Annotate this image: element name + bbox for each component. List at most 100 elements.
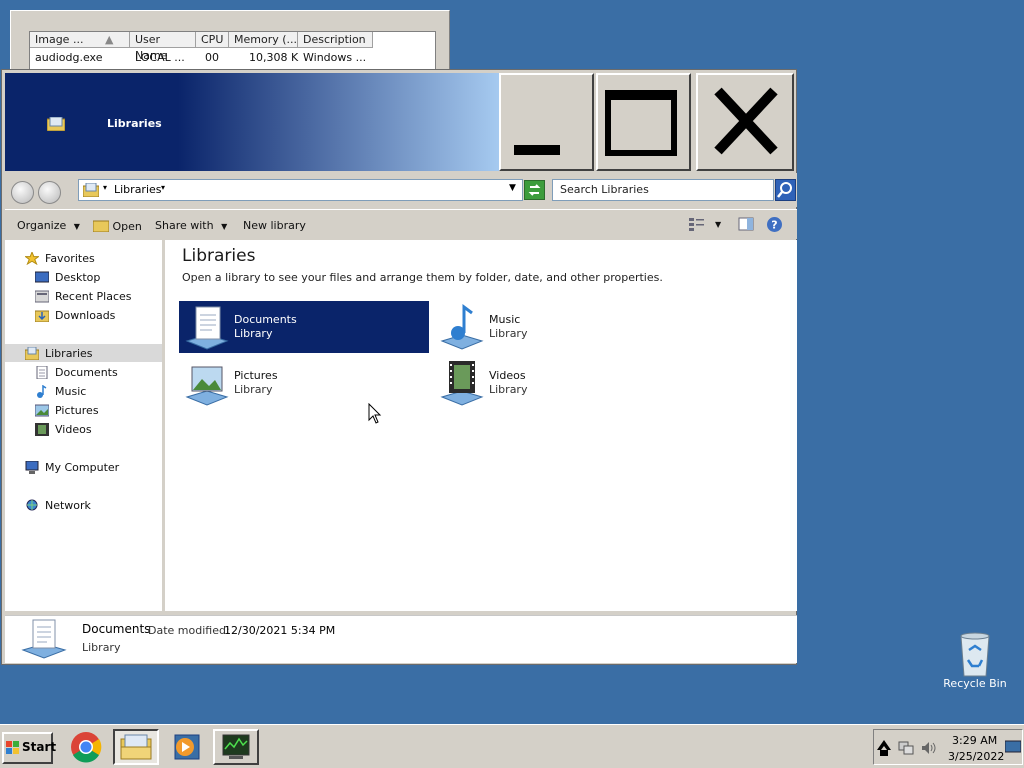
minimize-icon <box>514 145 560 155</box>
view-options-icon <box>689 218 704 231</box>
media-player-icon <box>174 734 200 760</box>
process-table: Image ... ▲ User Name CPU Memory (... De… <box>29 31 436 73</box>
videos-library-icon <box>440 361 484 406</box>
svg-text:?: ? <box>771 219 777 232</box>
explorer-folder-icon <box>120 734 152 760</box>
breadcrumb-libraries[interactable]: Libraries <box>114 183 162 196</box>
recycle-bin-label: Recycle Bin <box>943 677 1007 690</box>
taskbar-task-manager-button[interactable] <box>213 729 259 765</box>
show-hidden-icons-icon[interactable] <box>876 736 892 758</box>
change-view-button[interactable] <box>688 216 706 235</box>
page-description: Open a library to see your files and arr… <box>182 271 663 284</box>
libraries-content: Libraries Open a library to see your fil… <box>165 240 797 611</box>
close-icon <box>714 87 778 155</box>
mouse-cursor-icon <box>368 403 382 424</box>
breadcrumb-dropdown-icon[interactable]: ▾ <box>161 183 165 192</box>
details-item-type: Library <box>82 641 121 654</box>
start-button[interactable]: Start <box>2 732 56 764</box>
downloads-folder-icon <box>35 310 49 322</box>
navigation-pane: Favorites Desktop Recent Places Download… <box>5 240 162 611</box>
column-header-description[interactable]: Description <box>298 32 373 48</box>
star-icon <box>25 252 39 265</box>
taskbar-media-player-button[interactable] <box>163 729 209 765</box>
taskbar-explorer-button[interactable] <box>113 729 159 765</box>
preview-pane-icon <box>738 217 754 231</box>
music-library-icon <box>440 304 484 350</box>
address-bar[interactable]: ▾ Libraries ▾ ▼ <box>78 179 523 201</box>
music-icon <box>37 385 47 398</box>
chevron-down-icon: ▼ <box>73 222 80 231</box>
chrome-icon <box>71 732 102 763</box>
search-input[interactable]: Search Libraries <box>552 179 774 201</box>
organize-button[interactable]: Organize ▼ <box>17 219 80 232</box>
show-desktop-icon[interactable] <box>1005 740 1021 754</box>
refresh-button[interactable] <box>524 180 545 200</box>
window-title: Libraries <box>107 117 162 130</box>
maximize-icon <box>605 90 677 156</box>
documents-library-icon <box>21 619 67 659</box>
task-manager-icon <box>222 734 250 759</box>
volume-icon[interactable] <box>920 740 936 756</box>
details-date-label: Date modified: <box>148 624 230 637</box>
column-header-cpu[interactable]: CPU <box>196 32 229 48</box>
title-bar[interactable]: Libraries <box>5 73 499 171</box>
new-library-button[interactable]: New library <box>243 219 306 232</box>
help-icon: ? <box>767 217 782 232</box>
details-date-value: 12/30/2021 5:34 PM <box>224 624 336 637</box>
videos-icon <box>35 423 49 436</box>
address-history-dropdown-icon[interactable]: ▼ <box>509 183 516 193</box>
recent-places-icon <box>35 290 49 303</box>
library-tile-pictures[interactable]: Pictures Library <box>179 357 429 409</box>
network-tray-icon[interactable] <box>898 740 914 756</box>
documents-icon <box>36 366 48 379</box>
clock-date[interactable]: 3/25/2022 <box>948 750 1004 763</box>
share-with-button[interactable]: Share with ▼ <box>155 219 227 232</box>
search-button[interactable] <box>775 179 796 201</box>
desktop-icon <box>35 271 49 283</box>
cell-description: Windows ... <box>303 51 367 64</box>
cell-image[interactable]: audiodg.exe <box>30 51 102 65</box>
command-bar: Organize ▼ Open Share with ▼ New library… <box>5 209 797 239</box>
details-pane: Documents Date modified: 12/30/2021 5:34… <box>5 615 797 663</box>
cell-memory: 10,308 K <box>249 51 299 64</box>
search-icon <box>777 182 792 198</box>
taskbar: Start 3:29 AM 3/25/2022 <box>0 724 1024 768</box>
view-dropdown-icon[interactable]: ▼ <box>715 220 721 229</box>
refresh-icon <box>528 184 541 196</box>
system-tray: 3:29 AM 3/25/2022 <box>873 729 1023 765</box>
cell-user: LOCAL ... <box>135 51 185 64</box>
library-tile-documents[interactable]: Documents Library <box>179 301 429 353</box>
library-tile-music[interactable]: Music Library <box>434 301 684 353</box>
page-title: Libraries <box>182 246 256 266</box>
open-button[interactable]: Open <box>92 219 142 233</box>
taskbar-chrome-button[interactable] <box>63 729 109 765</box>
column-header-image[interactable]: Image ... ▲ <box>30 32 130 48</box>
library-tile-videos[interactable]: Videos Library <box>434 357 684 409</box>
close-button[interactable] <box>696 73 794 171</box>
column-header-user[interactable]: User Name <box>130 32 196 62</box>
pictures-icon <box>35 404 49 417</box>
clock-time[interactable]: 3:29 AM <box>952 734 997 747</box>
column-header-memory[interactable]: Memory (... <box>229 32 298 48</box>
details-item-name: Documents <box>82 622 151 636</box>
explorer-window: Libraries ▾ Libraries ▾ ▼ Search Librari… <box>1 69 797 665</box>
libraries-icon <box>83 183 99 197</box>
recycle-bin-icon <box>960 632 990 677</box>
help-button[interactable]: ? <box>766 216 783 236</box>
cell-cpu: 00 <box>205 51 219 64</box>
folder-icon <box>92 220 110 233</box>
address-bar-row: ▾ Libraries ▾ ▼ Search Libraries <box>5 173 797 207</box>
recycle-bin[interactable]: Recycle Bin <box>940 630 1010 690</box>
breadcrumb-arrow-icon[interactable]: ▾ <box>103 183 107 192</box>
forward-button[interactable] <box>38 181 61 204</box>
minimize-button[interactable] <box>499 73 594 171</box>
back-button[interactable] <box>11 181 34 204</box>
maximize-button[interactable] <box>596 73 691 171</box>
documents-library-icon <box>185 306 229 350</box>
task-manager-window: Image ... ▲ User Name CPU Memory (... De… <box>10 10 450 74</box>
libraries-icon <box>25 347 39 360</box>
libraries-icon <box>47 117 65 131</box>
preview-pane-button[interactable] <box>738 216 754 235</box>
pictures-library-icon <box>185 366 229 406</box>
sort-up-icon: ▲ <box>104 33 114 46</box>
